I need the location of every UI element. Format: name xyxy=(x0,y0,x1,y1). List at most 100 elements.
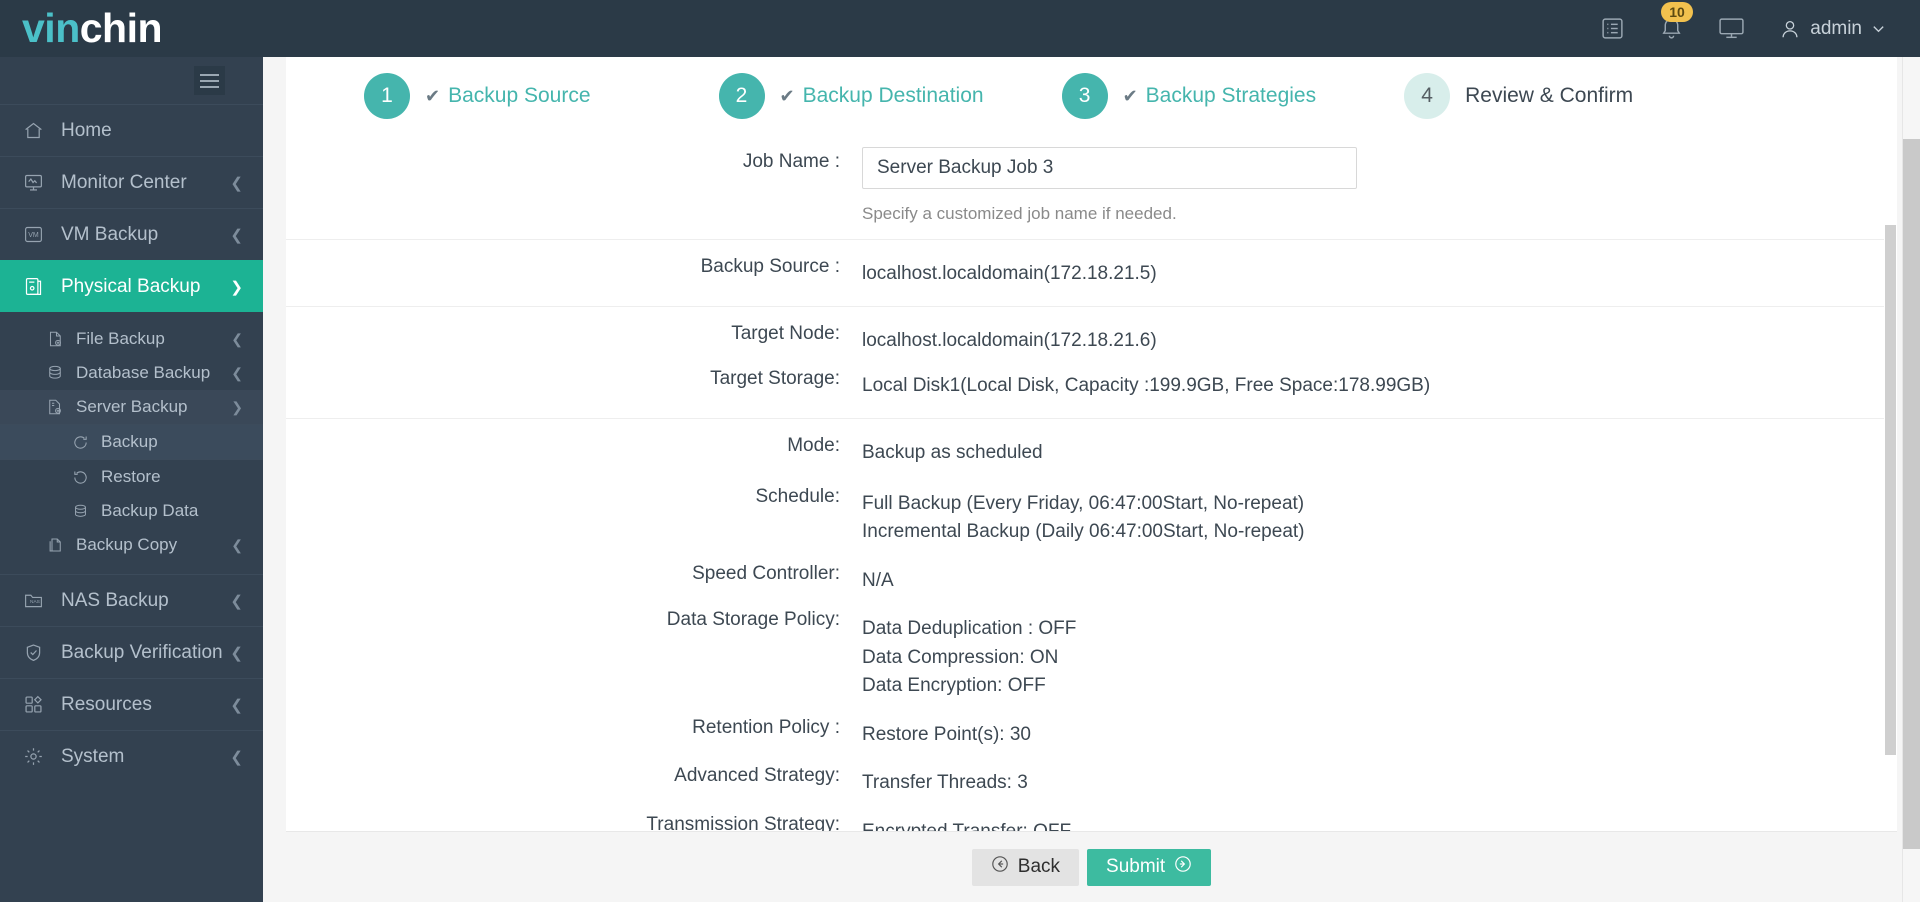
sidebar-label-file-backup: File Backup xyxy=(76,329,165,348)
retention-policy-label: Retention Policy : xyxy=(692,716,840,738)
backup-source-label: Backup Source : xyxy=(700,255,840,277)
step-2-label: Backup Destination xyxy=(802,84,984,107)
job-name-value-cell: Server Backup Job 3 Specify a customized… xyxy=(862,135,1884,239)
sidebar-label-monitor-center: Monitor Center xyxy=(61,171,187,193)
sidebar-item-backup-copy[interactable]: Backup Copy ❮ xyxy=(0,528,263,562)
log-list-icon[interactable] xyxy=(1600,16,1625,41)
server-backup-icon xyxy=(45,397,65,417)
home-icon xyxy=(22,119,45,142)
shield-check-icon xyxy=(22,641,45,664)
wizard-step-3[interactable]: 3 ✔ Backup Strategies xyxy=(1061,73,1317,119)
sidebar-item-server-backup[interactable]: Server Backup ❯ xyxy=(0,390,263,424)
submit-button[interactable]: Submit xyxy=(1087,848,1212,886)
sidebar-label-restore: Restore xyxy=(101,467,161,486)
sidebar-item-restore[interactable]: Restore xyxy=(0,460,263,494)
user-menu[interactable]: admin xyxy=(1779,18,1886,40)
check-icon: ✔ xyxy=(1122,85,1138,106)
notification-bell-icon[interactable]: 10 xyxy=(1659,2,1693,42)
job-name-hint: Specify a customized job name if needed. xyxy=(862,204,1177,223)
content-scrollbar-thumb[interactable] xyxy=(1885,225,1896,755)
sidebar-item-backup[interactable]: Backup xyxy=(0,425,263,459)
sidebar-item-resources[interactable]: Resources ❮ xyxy=(0,678,263,730)
schedule-label: Schedule: xyxy=(755,485,840,507)
data-storage-policy-value: Data Deduplication : OFF Data Compressio… xyxy=(862,599,1884,705)
sidebar-item-file-backup[interactable]: File Backup ❮ xyxy=(0,322,263,356)
sidebar-label-system: System xyxy=(61,745,125,767)
speed-controller-value: N/A xyxy=(862,569,894,591)
submit-button-label: Submit xyxy=(1106,856,1166,877)
page-scrollbar-track[interactable] xyxy=(1902,57,1920,902)
monitor-icon[interactable] xyxy=(1718,16,1745,41)
chevron-left-icon: ❮ xyxy=(230,592,243,610)
chevron-left-icon: ❮ xyxy=(230,696,243,714)
sidebar-label-database-backup: Database Backup xyxy=(76,363,211,382)
sidebar-item-physical-backup[interactable]: Physical Backup ❯ xyxy=(0,260,263,312)
vm-icon: VM xyxy=(22,223,45,246)
sidebar-label-vm-backup: VM Backup xyxy=(61,223,159,245)
check-icon: ✔ xyxy=(779,85,795,106)
chevron-left-icon: ❮ xyxy=(230,174,243,192)
sidebar-item-backup-data[interactable]: Backup Data xyxy=(0,494,263,528)
chevron-left-icon: ❮ xyxy=(231,536,243,553)
step-3-label-group: ✔ Backup Strategies xyxy=(1123,84,1317,108)
sidebar-item-nas-backup[interactable]: NAS NAS Backup ❮ xyxy=(0,574,263,626)
advanced-strategy-value: Transfer Threads: 3 xyxy=(862,772,1028,793)
sidebar-label-backup-data: Backup Data xyxy=(101,501,199,520)
chevron-left-icon: ❮ xyxy=(231,364,243,381)
wizard-panel: 1 ✔ Backup Source 2 ✔ Backup Destination… xyxy=(286,57,1897,902)
schedule-line-2: Incremental Backup (Daily 06:47:00Start,… xyxy=(862,521,1305,542)
sidebar-label-physical-backup: Physical Backup xyxy=(61,275,201,297)
restore-icon xyxy=(70,467,90,487)
review-form-scroll-region: Job Name : Server Backup Job 3 Specify a… xyxy=(286,135,1897,831)
wizard-step-2[interactable]: 2 ✔ Backup Destination xyxy=(718,73,984,119)
sidebar-label-backup: Backup xyxy=(101,432,158,451)
sidebar-item-system[interactable]: System ❮ xyxy=(0,730,263,782)
step-1-label: Backup Source xyxy=(448,84,591,107)
back-button[interactable]: Back xyxy=(971,848,1080,886)
data-compression-line: Data Compression: ON xyxy=(862,646,1059,668)
backup-data-icon xyxy=(70,501,90,521)
sidebar-item-home[interactable]: Home xyxy=(0,104,263,156)
data-dedup-line: Data Deduplication : OFF xyxy=(862,618,1077,639)
physical-backup-icon xyxy=(22,275,45,298)
database-icon xyxy=(45,363,65,383)
page-scrollbar-thumb[interactable] xyxy=(1903,139,1920,849)
chevron-left-icon: ❮ xyxy=(230,644,243,662)
form-row-job-name: Job Name : Server Backup Job 3 Specify a… xyxy=(286,135,1884,240)
resources-icon xyxy=(22,693,45,716)
target-storage-value: Local Disk1(Local Disk, Capacity :199.9G… xyxy=(862,374,1431,396)
schedule-line-1: Full Backup (Every Friday, 06:47:00Start… xyxy=(862,492,1305,514)
sidebar-label-backup-verification: Backup Verification xyxy=(61,641,223,663)
sidebar-item-monitor-center[interactable]: Monitor Center ❮ xyxy=(0,156,263,208)
sidebar-item-backup-verification[interactable]: Backup Verification ❮ xyxy=(0,626,263,678)
step-4-label: Review & Confirm xyxy=(1465,84,1634,107)
form-row-target: Target Node: localhost.localdomain(172.1… xyxy=(286,307,1884,419)
content-scrollbar-track[interactable] xyxy=(1884,135,1897,831)
svg-text:NAS: NAS xyxy=(30,599,40,605)
retention-policy-value: Restore Point(s): 30 xyxy=(862,723,1031,745)
header-actions: 10 admin xyxy=(1600,0,1920,57)
wizard-step-indicator: 1 ✔ Backup Source 2 ✔ Backup Destination… xyxy=(286,57,1897,135)
logo-part-2: chin xyxy=(79,5,163,51)
check-icon: ✔ xyxy=(425,85,441,106)
sidebar-item-database-backup[interactable]: Database Backup ❮ xyxy=(0,356,263,390)
main-content-area: 1 ✔ Backup Source 2 ✔ Backup Destination… xyxy=(263,57,1920,902)
step-3-label: Backup Strategies xyxy=(1145,84,1317,107)
arrow-right-circle-icon xyxy=(1174,855,1192,879)
mode-label: Mode: xyxy=(787,435,840,456)
backup-source-value: localhost.localdomain(172.18.21.5) xyxy=(862,262,1157,284)
target-node-value: localhost.localdomain(172.18.21.6) xyxy=(862,330,1157,351)
menu-toggle-button[interactable] xyxy=(194,66,225,95)
sidebar-label-backup-copy: Backup Copy xyxy=(76,535,178,554)
wizard-step-4[interactable]: 4 Review & Confirm xyxy=(1404,73,1633,119)
sidebar-label-resources: Resources xyxy=(61,693,152,715)
sidebar-item-vm-backup[interactable]: VM VM Backup ❮ xyxy=(0,208,263,260)
chevron-left-icon: ❮ xyxy=(231,330,243,347)
job-name-input[interactable]: Server Backup Job 3 xyxy=(862,147,1357,189)
step-2-number: 2 xyxy=(718,73,765,119)
data-encryption-line: Data Encryption: OFF xyxy=(862,675,1046,696)
nas-icon: NAS xyxy=(22,589,45,612)
wizard-step-1[interactable]: 1 ✔ Backup Source xyxy=(364,73,591,119)
transmission-strategy-value: Encrypted Transfer: OFF Transmission Net… xyxy=(862,802,1884,832)
svg-text:VM: VM xyxy=(28,232,39,239)
